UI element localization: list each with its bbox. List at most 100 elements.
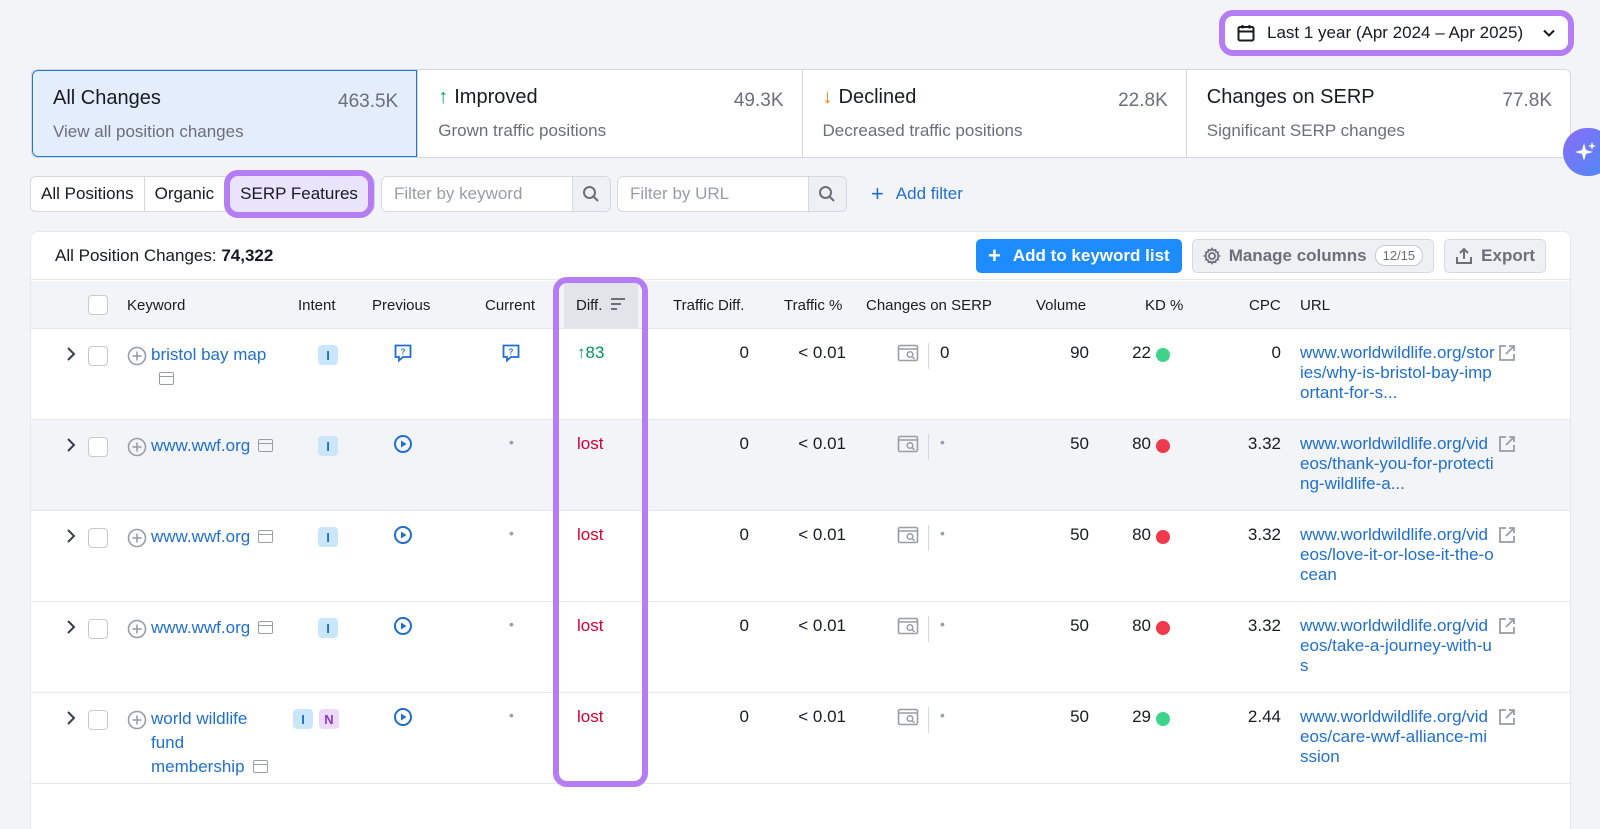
export-button[interactable]: Export bbox=[1444, 238, 1546, 273]
row-checkbox[interactable] bbox=[88, 437, 108, 457]
serp-changes-icon[interactable] bbox=[897, 343, 919, 363]
add-keyword-icon[interactable] bbox=[127, 346, 147, 366]
add-keyword-icon[interactable] bbox=[127, 710, 147, 730]
external-link-icon[interactable] bbox=[1497, 707, 1517, 727]
intent-badge: I bbox=[318, 618, 338, 638]
keyword-link[interactable]: world wildlife fund membership bbox=[151, 709, 247, 776]
manage-columns-button[interactable]: Manage columns 12/15 bbox=[1191, 238, 1435, 273]
serp-changes-value: 0 bbox=[940, 343, 950, 362]
search-icon bbox=[583, 186, 600, 202]
filter-bar: All Positions Organic SERP Features + Ad… bbox=[30, 170, 963, 218]
external-link-icon[interactable] bbox=[1497, 616, 1517, 636]
table-row: world wildlife fund membership IN • lost… bbox=[31, 693, 1570, 784]
select-all-checkbox[interactable] bbox=[88, 295, 108, 315]
serp-changes-value: • bbox=[940, 434, 945, 450]
add-keyword-icon[interactable] bbox=[127, 528, 147, 548]
external-link-icon[interactable] bbox=[1497, 434, 1517, 454]
col-cpc[interactable]: CPC bbox=[1249, 297, 1281, 314]
row-checkbox[interactable] bbox=[88, 710, 108, 730]
keyword-link[interactable]: www.wwf.org bbox=[151, 527, 250, 546]
col-url[interactable]: URL bbox=[1300, 297, 1330, 314]
url-search-button[interactable] bbox=[807, 177, 846, 211]
expand-row-icon[interactable] bbox=[64, 709, 78, 727]
divider bbox=[928, 434, 929, 460]
keyword-cell[interactable]: www.wwf.org bbox=[151, 434, 281, 458]
serp-changes-icon[interactable] bbox=[897, 616, 919, 636]
serp-changes-value: • bbox=[940, 616, 945, 632]
card-all-changes[interactable]: All Changes 463.5K View all position cha… bbox=[32, 70, 418, 157]
card-improved[interactable]: ↑ Improved 49.3K Grown traffic positions bbox=[417, 70, 801, 157]
col-traffic-diff[interactable]: Traffic Diff. bbox=[673, 297, 744, 314]
traffic-pct-value: < 0.01 bbox=[798, 343, 846, 362]
col-current[interactable]: Current bbox=[485, 297, 535, 314]
url-link[interactable]: www.worldwildlife.org/stories/why-is-bri… bbox=[1300, 343, 1495, 403]
add-filter-button[interactable]: + Add filter bbox=[871, 183, 963, 205]
date-range-selector[interactable]: Last 1 year (Apr 2024 – Apr 2025) bbox=[1219, 10, 1574, 56]
keyword-link[interactable]: www.wwf.org bbox=[151, 436, 250, 455]
ai-assistant-button[interactable] bbox=[1563, 128, 1600, 176]
divider bbox=[928, 343, 929, 369]
row-checkbox[interactable] bbox=[88, 619, 108, 639]
col-keyword[interactable]: Keyword bbox=[127, 297, 185, 314]
panel-title: All Position Changes: 74,322 bbox=[55, 246, 273, 266]
col-traffic-pct[interactable]: Traffic % bbox=[784, 297, 842, 314]
keyword-link[interactable]: bristol bay map bbox=[151, 345, 266, 364]
expand-row-icon[interactable] bbox=[64, 345, 78, 363]
traffic-diff-value: 0 bbox=[739, 434, 749, 453]
manage-columns-label: Manage columns bbox=[1228, 245, 1367, 265]
position-type-toggle: All Positions Organic SERP Features bbox=[30, 170, 375, 218]
row-checkbox[interactable] bbox=[88, 528, 108, 548]
panel-header: All Position Changes: 74,322 + Add to ke… bbox=[31, 232, 1570, 280]
keyword-cell[interactable]: www.wwf.org bbox=[151, 616, 281, 640]
plus-icon: + bbox=[988, 242, 1001, 268]
add-keyword-icon[interactable] bbox=[127, 619, 147, 639]
add-to-keyword-list-button[interactable]: + Add to keyword list bbox=[976, 238, 1182, 273]
url-link[interactable]: www.worldwildlife.org/videos/care-wwf-al… bbox=[1300, 707, 1495, 767]
col-volume[interactable]: Volume bbox=[1036, 297, 1086, 314]
kd-indicator bbox=[1156, 439, 1170, 453]
serp-changes-icon[interactable] bbox=[897, 707, 919, 727]
col-diff[interactable]: Diff. bbox=[576, 297, 602, 314]
keyword-cell[interactable]: bristol bay map bbox=[151, 343, 281, 391]
col-kd[interactable]: KD % bbox=[1145, 297, 1183, 314]
tab-all-positions[interactable]: All Positions bbox=[31, 177, 144, 211]
card-declined[interactable]: ↓ Declined 22.8K Decreased traffic positi… bbox=[801, 70, 1186, 157]
url-link[interactable]: www.worldwildlife.org/videos/love-it-or-… bbox=[1300, 525, 1495, 585]
keyword-filter-input[interactable] bbox=[381, 177, 572, 211]
row-checkbox[interactable] bbox=[88, 346, 108, 366]
serp-snapshot-icon[interactable] bbox=[258, 439, 274, 452]
volume-value: 50 bbox=[1070, 525, 1089, 544]
cpc-value: 3.32 bbox=[1247, 525, 1281, 544]
serp-snapshot-icon[interactable] bbox=[258, 530, 274, 543]
col-changes-on-serp[interactable]: Changes on SERP bbox=[866, 297, 992, 314]
url-filter-input[interactable] bbox=[617, 177, 808, 211]
url-link[interactable]: www.worldwildlife.org/videos/thank-you-f… bbox=[1300, 434, 1495, 494]
cpc-value: 2.44 bbox=[1247, 707, 1281, 726]
volume-value: 50 bbox=[1070, 707, 1089, 726]
keyword-cell[interactable]: world wildlife fund membership bbox=[151, 707, 281, 779]
keyword-search-button[interactable] bbox=[571, 177, 610, 211]
columns-count-badge: 12/15 bbox=[1374, 245, 1424, 266]
tab-organic[interactable]: Organic bbox=[143, 177, 225, 211]
external-link-icon[interactable] bbox=[1497, 525, 1517, 545]
keyword-cell[interactable]: www.wwf.org bbox=[151, 525, 281, 549]
serp-snapshot-icon[interactable] bbox=[252, 760, 268, 773]
url-link[interactable]: www.worldwildlife.org/videos/take-a-jour… bbox=[1300, 616, 1495, 676]
card-changes-on-serp[interactable]: Changes on SERP 77.8K Significant SERP c… bbox=[1185, 70, 1570, 157]
serp-changes-icon[interactable] bbox=[897, 434, 919, 454]
col-intent[interactable]: Intent bbox=[298, 297, 336, 314]
col-previous[interactable]: Previous bbox=[372, 297, 430, 314]
expand-row-icon[interactable] bbox=[64, 436, 78, 454]
tab-serp-features[interactable]: SERP Features bbox=[224, 170, 374, 218]
sort-icon[interactable] bbox=[610, 297, 626, 311]
keyword-link[interactable]: www.wwf.org bbox=[151, 618, 250, 637]
add-keyword-icon[interactable] bbox=[127, 437, 147, 457]
serp-changes-icon[interactable] bbox=[897, 525, 919, 545]
expand-row-icon[interactable] bbox=[64, 618, 78, 636]
external-link-icon[interactable] bbox=[1497, 343, 1517, 363]
serp-snapshot-icon[interactable] bbox=[159, 372, 174, 385]
serp-snapshot-icon[interactable] bbox=[258, 621, 274, 634]
expand-row-icon[interactable] bbox=[64, 527, 78, 545]
table-header: Keyword Intent Previous Current Diff. Tr… bbox=[31, 281, 1570, 329]
empty-dot: • bbox=[509, 707, 514, 723]
